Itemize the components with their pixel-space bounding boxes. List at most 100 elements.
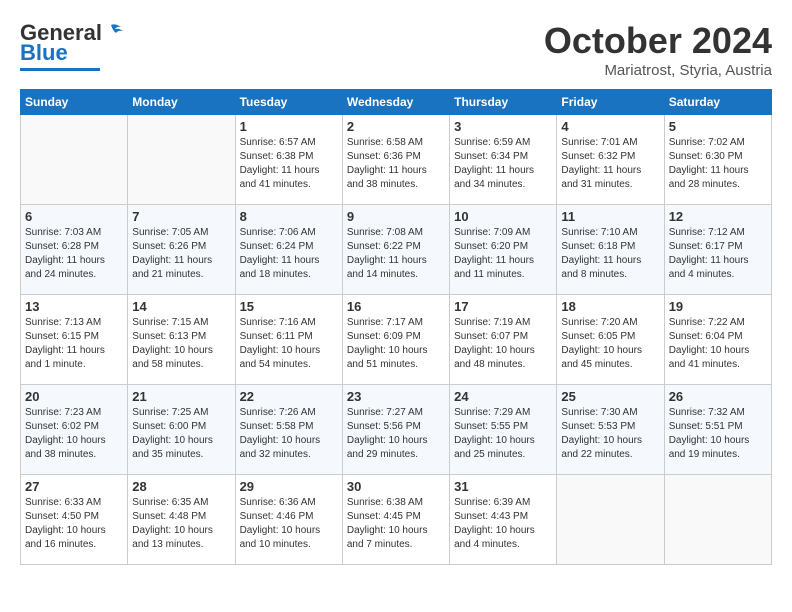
day-number: 23 [347, 389, 445, 404]
week-row-5: 27 Sunrise: 6:33 AM Sunset: 4:50 PM Dayli… [21, 475, 772, 565]
header-row: SundayMondayTuesdayWednesdayThursdayFrid… [21, 90, 772, 115]
day-number: 21 [132, 389, 230, 404]
day-number: 20 [25, 389, 123, 404]
day-number: 13 [25, 299, 123, 314]
day-cell: 5 Sunrise: 7:02 AM Sunset: 6:30 PM Daylig… [664, 115, 771, 205]
day-info: Sunrise: 7:08 AM Sunset: 6:22 PM Dayligh… [347, 226, 445, 282]
logo-blue: Blue [20, 40, 68, 66]
day-header-saturday: Saturday [664, 90, 771, 115]
day-cell [128, 115, 235, 205]
day-cell: 23 Sunrise: 7:27 AM Sunset: 5:56 PM Dayli… [342, 385, 449, 475]
day-info: Sunrise: 7:15 AM Sunset: 6:13 PM Dayligh… [132, 316, 230, 372]
day-number: 6 [25, 209, 123, 224]
day-info: Sunrise: 7:25 AM Sunset: 6:00 PM Dayligh… [132, 406, 230, 462]
day-number: 5 [669, 119, 767, 134]
day-cell: 7 Sunrise: 7:05 AM Sunset: 6:26 PM Daylig… [128, 205, 235, 295]
day-header-sunday: Sunday [21, 90, 128, 115]
day-number: 7 [132, 209, 230, 224]
day-number: 2 [347, 119, 445, 134]
day-info: Sunrise: 7:02 AM Sunset: 6:30 PM Dayligh… [669, 136, 767, 192]
day-number: 31 [454, 479, 552, 494]
day-info: Sunrise: 7:06 AM Sunset: 6:24 PM Dayligh… [240, 226, 338, 282]
day-cell: 18 Sunrise: 7:20 AM Sunset: 6:05 PM Dayli… [557, 295, 664, 385]
day-info: Sunrise: 6:38 AM Sunset: 4:45 PM Dayligh… [347, 496, 445, 552]
day-number: 30 [347, 479, 445, 494]
day-info: Sunrise: 7:13 AM Sunset: 6:15 PM Dayligh… [25, 316, 123, 372]
day-cell: 9 Sunrise: 7:08 AM Sunset: 6:22 PM Daylig… [342, 205, 449, 295]
day-number: 27 [25, 479, 123, 494]
day-cell: 16Sunrise: 7:17 AM Sunset: 6:09 PM Dayli… [342, 295, 449, 385]
day-info: Sunrise: 7:03 AM Sunset: 6:28 PM Dayligh… [25, 226, 123, 282]
day-cell: 15Sunrise: 7:16 AM Sunset: 6:11 PM Dayli… [235, 295, 342, 385]
day-cell: 4 Sunrise: 7:01 AM Sunset: 6:32 PM Daylig… [557, 115, 664, 205]
day-cell: 6 Sunrise: 7:03 AM Sunset: 6:28 PM Daylig… [21, 205, 128, 295]
day-number: 9 [347, 209, 445, 224]
logo-underline [20, 68, 100, 71]
day-info: Sunrise: 7:17 AM Sunset: 6:09 PM Dayligh… [347, 316, 445, 372]
page-header: General Blue October 2024 Mariatrost, St… [20, 20, 772, 79]
day-header-thursday: Thursday [450, 90, 557, 115]
day-info: Sunrise: 7:30 AM Sunset: 5:53 PM Dayligh… [561, 406, 659, 462]
day-cell: 10 Sunrise: 7:09 AM Sunset: 6:20 PM Dayli… [450, 205, 557, 295]
day-number: 17 [454, 299, 552, 314]
day-cell: 12 Sunrise: 7:12 AM Sunset: 6:17 PM Dayli… [664, 205, 771, 295]
day-number: 3 [454, 119, 552, 134]
day-cell: 24Sunrise: 7:29 AM Sunset: 5:55 PM Dayli… [450, 385, 557, 475]
day-cell [664, 475, 771, 565]
day-info: Sunrise: 6:57 AM Sunset: 6:38 PM Dayligh… [240, 136, 338, 192]
day-cell: 20 Sunrise: 7:23 AM Sunset: 6:02 PM Dayli… [21, 385, 128, 475]
day-info: Sunrise: 7:09 AM Sunset: 6:20 PM Dayligh… [454, 226, 552, 282]
day-cell: 27 Sunrise: 6:33 AM Sunset: 4:50 PM Dayli… [21, 475, 128, 565]
day-info: Sunrise: 7:29 AM Sunset: 5:55 PM Dayligh… [454, 406, 552, 462]
day-cell: 14Sunrise: 7:15 AM Sunset: 6:13 PM Dayli… [128, 295, 235, 385]
day-header-friday: Friday [557, 90, 664, 115]
logo: General Blue [20, 20, 123, 71]
day-cell: 13 Sunrise: 7:13 AM Sunset: 6:15 PM Dayli… [21, 295, 128, 385]
day-info: Sunrise: 7:01 AM Sunset: 6:32 PM Dayligh… [561, 136, 659, 192]
day-cell: 30 Sunrise: 6:38 AM Sunset: 4:45 PM Dayli… [342, 475, 449, 565]
day-cell: 22Sunrise: 7:26 AM Sunset: 5:58 PM Dayli… [235, 385, 342, 475]
day-number: 12 [669, 209, 767, 224]
day-cell: 8 Sunrise: 7:06 AM Sunset: 6:24 PM Daylig… [235, 205, 342, 295]
day-info: Sunrise: 7:27 AM Sunset: 5:56 PM Dayligh… [347, 406, 445, 462]
day-header-wednesday: Wednesday [342, 90, 449, 115]
day-number: 1 [240, 119, 338, 134]
day-number: 19 [669, 299, 767, 314]
day-number: 11 [561, 209, 659, 224]
day-header-monday: Monday [128, 90, 235, 115]
day-cell: 3Sunrise: 6:59 AM Sunset: 6:34 PM Daylig… [450, 115, 557, 205]
day-info: Sunrise: 7:16 AM Sunset: 6:11 PM Dayligh… [240, 316, 338, 372]
day-number: 18 [561, 299, 659, 314]
day-info: Sunrise: 7:23 AM Sunset: 6:02 PM Dayligh… [25, 406, 123, 462]
day-info: Sunrise: 7:22 AM Sunset: 6:04 PM Dayligh… [669, 316, 767, 372]
day-number: 22 [240, 389, 338, 404]
day-cell [21, 115, 128, 205]
day-info: Sunrise: 6:33 AM Sunset: 4:50 PM Dayligh… [25, 496, 123, 552]
day-cell: 21 Sunrise: 7:25 AM Sunset: 6:00 PM Dayli… [128, 385, 235, 475]
day-number: 25 [561, 389, 659, 404]
day-info: Sunrise: 6:35 AM Sunset: 4:48 PM Dayligh… [132, 496, 230, 552]
day-number: 8 [240, 209, 338, 224]
day-header-tuesday: Tuesday [235, 90, 342, 115]
day-cell: 28 Sunrise: 6:35 AM Sunset: 4:48 PM Dayli… [128, 475, 235, 565]
day-info: Sunrise: 7:10 AM Sunset: 6:18 PM Dayligh… [561, 226, 659, 282]
day-number: 4 [561, 119, 659, 134]
day-cell: 31 Sunrise: 6:39 AM Sunset: 4:43 PM Dayli… [450, 475, 557, 565]
day-number: 29 [240, 479, 338, 494]
day-info: Sunrise: 7:05 AM Sunset: 6:26 PM Dayligh… [132, 226, 230, 282]
day-cell: 17 Sunrise: 7:19 AM Sunset: 6:07 PM Dayli… [450, 295, 557, 385]
day-info: Sunrise: 7:12 AM Sunset: 6:17 PM Dayligh… [669, 226, 767, 282]
day-info: Sunrise: 6:58 AM Sunset: 6:36 PM Dayligh… [347, 136, 445, 192]
day-info: Sunrise: 6:39 AM Sunset: 4:43 PM Dayligh… [454, 496, 552, 552]
day-cell: 19 Sunrise: 7:22 AM Sunset: 6:04 PM Dayli… [664, 295, 771, 385]
month-title: October 2024 [544, 20, 772, 62]
day-info: Sunrise: 6:36 AM Sunset: 4:46 PM Dayligh… [240, 496, 338, 552]
day-number: 28 [132, 479, 230, 494]
day-number: 10 [454, 209, 552, 224]
day-info: Sunrise: 7:19 AM Sunset: 6:07 PM Dayligh… [454, 316, 552, 372]
day-cell: 2 Sunrise: 6:58 AM Sunset: 6:36 PM Daylig… [342, 115, 449, 205]
day-number: 26 [669, 389, 767, 404]
day-info: Sunrise: 7:32 AM Sunset: 5:51 PM Dayligh… [669, 406, 767, 462]
day-info: Sunrise: 7:20 AM Sunset: 6:05 PM Dayligh… [561, 316, 659, 372]
day-cell: 25 Sunrise: 7:30 AM Sunset: 5:53 PM Dayli… [557, 385, 664, 475]
